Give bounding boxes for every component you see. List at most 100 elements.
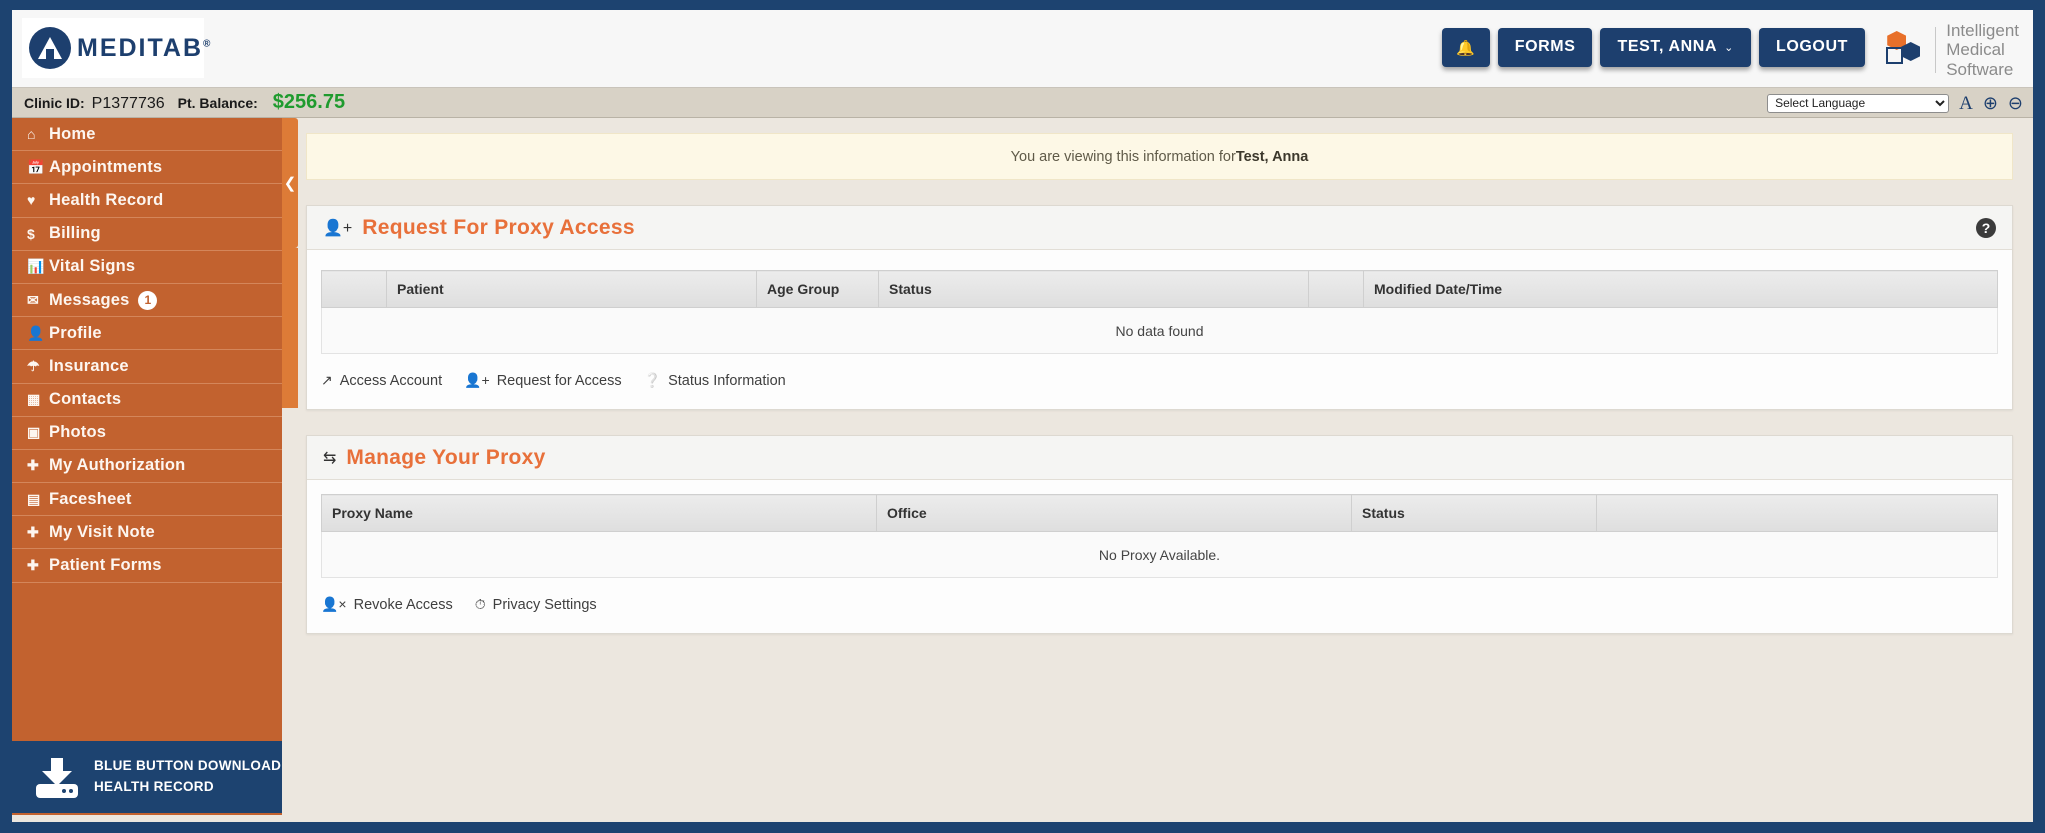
main-content: You are viewing this information for Tes… (306, 118, 2033, 821)
ims-hex-logo-icon (1881, 30, 1925, 70)
user-icon: 👤 (27, 324, 45, 341)
sidebar-item-health-record[interactable]: ♥ Health Record (12, 184, 282, 218)
help-icon[interactable]: ? (1976, 217, 1996, 238)
sidebar-item-insurance[interactable]: ☂ Insurance (12, 350, 282, 384)
proxy-request-table: Patient Age Group Status Modified Date/T… (321, 270, 1998, 354)
column-header-spacer (1308, 270, 1364, 308)
blue-button-line-1: BLUE BUTTON DOWNLOAD (94, 758, 282, 774)
sidebar-item-my-visit-note[interactable]: ✚ My Visit Note (12, 516, 282, 550)
plus-square-icon: ✚ (27, 457, 39, 474)
sidebar-nav: ⌂ Home 📅 Appointments ♥ Health Record $ … (12, 118, 282, 741)
sidebar-item-profile[interactable]: 👤 Profile (12, 317, 282, 351)
address-card-icon: ▦ (27, 391, 41, 408)
column-header-proxy-name[interactable]: Proxy Name (321, 494, 877, 532)
sidebar-item-label: Profile (49, 323, 102, 342)
sidebar-item-patient-forms[interactable]: ✚ Patient Forms (12, 549, 282, 583)
sidebar-item-vital-signs[interactable]: 📊 Vital Signs (12, 251, 282, 284)
table-row: No data found (321, 307, 1998, 354)
sidebar-item-facesheet[interactable]: ▤ Facesheet (12, 483, 282, 517)
logout-button[interactable]: LOGOUT (1758, 28, 1865, 67)
request-for-access-link[interactable]: 👤+ Request for Access (464, 372, 622, 389)
ims-text: Intelligent Medical Software (1946, 21, 2019, 78)
user-menu-label: TEST, ANNA (1617, 38, 1718, 55)
ims-line-2: Medical (1946, 40, 2005, 60)
umbrella-icon: ☂ (27, 357, 40, 374)
sidebar-item-label: Health Record (49, 190, 164, 209)
balance-value: $256.75 (272, 91, 346, 113)
banner-patient-name: Test, Anna (1235, 148, 1309, 165)
column-header-modified-date-time[interactable]: Modified Date/Time (1363, 270, 1998, 308)
language-select[interactable]: Select Language (1767, 93, 1950, 113)
question-circle-icon: ❔ (643, 372, 662, 388)
image-icon: ▣ (27, 424, 41, 441)
viewing-info-banner: You are viewing this information for Tes… (306, 133, 2013, 180)
table-header: Proxy Name Office Status (321, 494, 1998, 532)
logo-word-text: MEDITAB (77, 33, 204, 62)
sidebar-item-label: Billing (49, 224, 101, 243)
panel-title: Request For Proxy Access (362, 215, 635, 239)
sidebar-item-appointments[interactable]: 📅 Appointments (12, 151, 282, 185)
notifications-button[interactable]: 🔔 (1442, 28, 1490, 67)
sidebar-collapse-toggle[interactable]: ❮ (282, 118, 298, 248)
dollar-icon: $ (27, 225, 35, 242)
clinic-id-value: P1377736 (91, 95, 165, 112)
sidebar-accent-strip (282, 248, 298, 408)
table-header: Patient Age Group Status Modified Date/T… (321, 270, 1998, 308)
column-header-status[interactable]: Status (878, 270, 1309, 308)
sidebar-item-photos[interactable]: ▣ Photos (12, 417, 282, 450)
panel-header: ⇆ Manage Your Proxy (307, 436, 2012, 480)
zoom-out-icon[interactable]: ⊖ (2008, 94, 2023, 112)
font-size-icon[interactable]: A (1959, 94, 1973, 113)
sidebar-item-messages[interactable]: ✉ Messages 1 (12, 284, 282, 318)
sidebar-item-home[interactable]: ⌂ Home (12, 118, 282, 152)
column-header-select[interactable] (321, 270, 387, 308)
revoke-access-link[interactable]: 👤× Revoke Access (321, 596, 453, 613)
sidebar-item-label: Photos (49, 423, 107, 442)
divider (1935, 27, 1937, 73)
blue-button-download[interactable]: BLUE BUTTON DOWNLOAD HEALTH RECORD (12, 741, 282, 815)
column-header-age-group[interactable]: Age Group (756, 270, 879, 308)
sidebar-item-contacts[interactable]: ▦ Contacts (12, 384, 282, 417)
ims-line-1: Intelligent (1946, 21, 2019, 41)
column-header-spacer (1596, 494, 1998, 532)
clinic-id-label: Clinic ID: (24, 95, 85, 111)
column-header-patient[interactable]: Patient (386, 270, 757, 308)
user-menu-button[interactable]: TEST, ANNA ⌄ (1600, 28, 1751, 67)
banner-prefix: You are viewing this information for (1010, 148, 1236, 165)
manage-your-proxy-panel: ⇆ Manage Your Proxy Proxy Name Office St… (306, 435, 2013, 634)
body-wrapper: ⌂ Home 📅 Appointments ♥ Health Record $ … (12, 118, 2033, 821)
column-header-office[interactable]: Office (876, 494, 1352, 532)
privacy-settings-link[interactable]: ⏱ Privacy Settings (475, 596, 597, 613)
sidebar-item-label: Home (49, 124, 96, 143)
panel-body: Patient Age Group Status Modified Date/T… (307, 250, 2012, 354)
table-body: No Proxy Available. (321, 531, 1998, 578)
app-frame: MEDITAB® 🔔 FORMS TEST, ANNA ⌄ LOGOUT Int… (12, 10, 2033, 822)
sidebar-item-label: Facesheet (49, 489, 132, 508)
table-header-row: Patient Age Group Status Modified Date/T… (321, 270, 1998, 308)
blue-button-text: BLUE BUTTON DOWNLOAD HEALTH RECORD (94, 756, 281, 798)
empty-message: No data found (321, 307, 1998, 354)
sidebar-item-billing[interactable]: $ Billing (12, 218, 282, 251)
chevron-down-icon: ⌄ (1724, 41, 1734, 54)
status-information-link[interactable]: ❔ Status Information (644, 372, 786, 389)
request-proxy-access-panel: 👤+ Request For Proxy Access ? Patient Ag… (306, 205, 2013, 410)
link-label: Status Information (668, 372, 786, 389)
meditab-logo[interactable]: MEDITAB® (22, 18, 210, 78)
user-times-icon: 👤× (321, 596, 347, 612)
forms-button[interactable]: FORMS (1497, 28, 1593, 67)
envelope-icon: ✉ (27, 291, 39, 308)
plus-square-icon: ✚ (27, 557, 39, 574)
table-body: No data found (321, 307, 1998, 354)
user-plus-icon: 👤+ (323, 219, 353, 237)
exchange-icon: ⇆ (323, 449, 337, 467)
link-label: Access Account (339, 372, 443, 389)
sidebar-item-label: Vital Signs (49, 257, 136, 276)
meditab-logo-text: MEDITAB® (77, 34, 212, 63)
accessibility-controls: Select Language A ⊕ ⊖ (1767, 88, 2023, 118)
column-header-status[interactable]: Status (1351, 494, 1597, 532)
sidebar-item-my-authorization[interactable]: ✚ My Authorization (12, 450, 282, 484)
zoom-in-icon[interactable]: ⊕ (1983, 94, 1998, 112)
access-account-link[interactable]: ↗ Access Account (321, 372, 442, 389)
sidebar-item-label: My Authorization (49, 456, 186, 475)
panel-title: Manage Your Proxy (346, 445, 546, 469)
